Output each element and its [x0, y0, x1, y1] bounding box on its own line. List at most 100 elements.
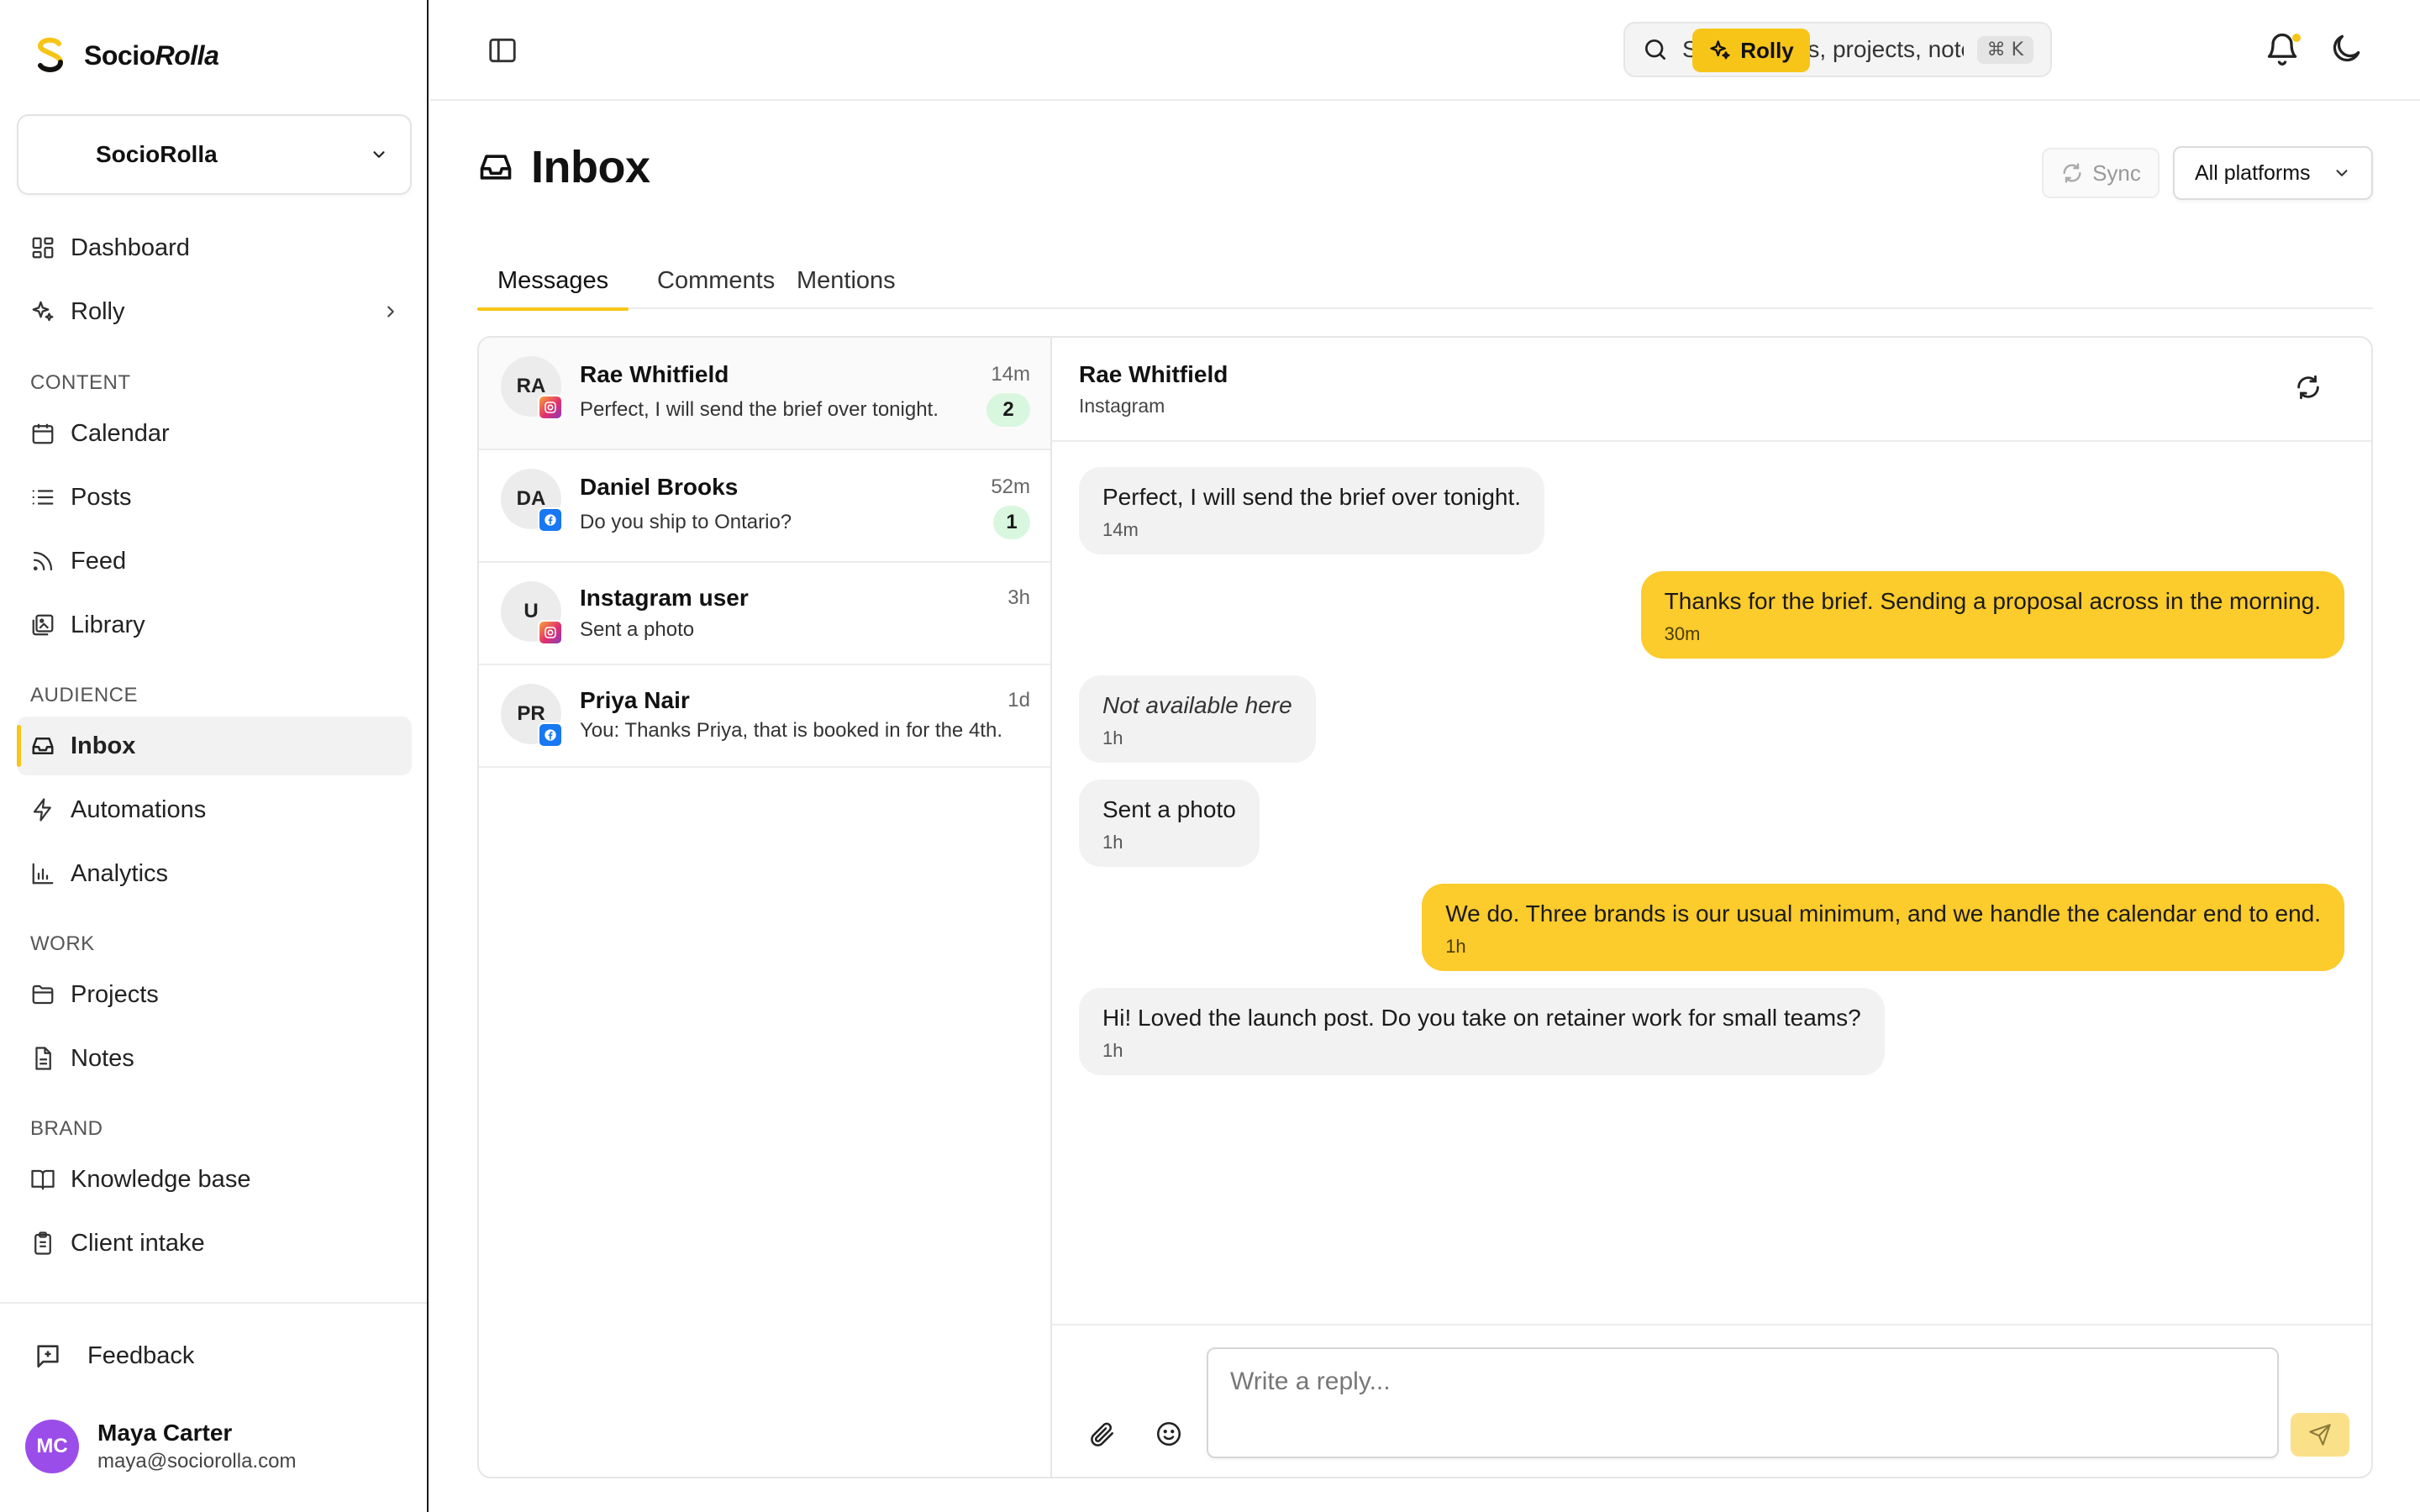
folder-icon — [30, 982, 55, 1007]
conversation-item[interactable]: DA Daniel Brooks Do you ship to Ontario?… — [479, 450, 1050, 563]
nav-rolly-label: Rolly — [71, 297, 125, 325]
nav-feed[interactable]: Feed — [17, 532, 412, 591]
nav-library[interactable]: Library — [17, 596, 412, 654]
tab-messages[interactable]: Messages — [477, 252, 629, 311]
conversation-preview: You: Thanks Priya, that is booked in for… — [580, 719, 1002, 742]
nav-notes-label: Notes — [71, 1044, 134, 1072]
tab-comments[interactable]: Comments — [637, 252, 795, 309]
nav-feed-label: Feed — [71, 547, 127, 575]
chevron-down-icon — [370, 145, 388, 164]
chevron-right-icon — [381, 302, 400, 321]
inbox-panel: RA Rae Whitfield Perfect, I will send th… — [477, 336, 2373, 1478]
message-text: Hi! Loved the launch post. Do you take o… — [1102, 1005, 1861, 1031]
send-button[interactable] — [2291, 1413, 2349, 1457]
panel-left-icon — [487, 34, 518, 66]
paperclip-icon — [1087, 1420, 1121, 1448]
conversation-preview: Sent a photo — [580, 618, 695, 641]
list-icon — [30, 485, 55, 510]
thread-contact-name: Rae Whitfield — [1079, 361, 1228, 387]
page-title: Inbox — [531, 142, 650, 192]
feedback-button[interactable]: Feedback — [34, 1329, 194, 1383]
unread-count-badge: 2 — [986, 393, 1030, 427]
sidebar-divider — [0, 1302, 427, 1304]
workspace-selector[interactable]: SocioRolla — [17, 114, 412, 195]
nav-inbox[interactable]: Inbox — [17, 717, 412, 775]
sync-button[interactable]: Sync — [2042, 148, 2160, 198]
nav-automations-label: Automations — [71, 795, 207, 823]
conversation-name: Rae Whitfield — [580, 361, 729, 387]
search-bar[interactable]: Search posts, projects, notes... ⌘ K — [1623, 22, 2052, 77]
instagram-icon — [538, 620, 563, 645]
attach-button[interactable] — [1087, 1420, 1121, 1453]
theme-toggle-button[interactable] — [2328, 30, 2368, 71]
message-time: 14m — [1102, 519, 1139, 540]
conversation-item[interactable]: PR Priya Nair You: Thanks Priya, that is… — [479, 665, 1050, 768]
nav-rolly[interactable]: Rolly — [17, 282, 412, 341]
conversation-item[interactable]: U Instagram user Sent a photo 3h — [479, 563, 1050, 665]
nav-automations[interactable]: Automations — [17, 780, 412, 839]
reply-input[interactable] — [1207, 1347, 2279, 1458]
message-time: 30m — [1664, 623, 1701, 644]
images-icon — [30, 612, 55, 638]
sync-label: Sync — [2092, 160, 2141, 186]
section-label-audience: AUDIENCE — [30, 684, 139, 706]
conversation-name: Daniel Brooks — [580, 474, 739, 500]
nav-inbox-label: Inbox — [71, 732, 136, 759]
refresh-icon — [2060, 161, 2084, 185]
nav-notes[interactable]: Notes — [17, 1029, 412, 1088]
message-text: Not available here — [1102, 692, 1292, 718]
nav-posts-label: Posts — [71, 483, 132, 511]
dashboard-icon — [30, 235, 55, 260]
nav-client-intake[interactable]: Client intake — [17, 1214, 412, 1273]
message-plus-icon — [34, 1341, 62, 1370]
conversation-item[interactable]: RA Rae Whitfield Perfect, I will send th… — [479, 338, 1050, 450]
nav-calendar[interactable]: Calendar — [17, 404, 412, 463]
message-time: 1h — [1102, 1040, 1123, 1061]
sidebar-toggle-button[interactable] — [484, 32, 521, 69]
tab-mentions[interactable]: Mentions — [776, 252, 916, 309]
conversation-time: 1d — [1007, 689, 1030, 711]
nav-knowledge-base[interactable]: Knowledge base — [17, 1150, 412, 1209]
rolly-button-label: Rolly — [1740, 37, 1794, 63]
book-open-icon — [30, 1167, 55, 1192]
emoji-button[interactable] — [1155, 1420, 1188, 1453]
send-icon — [2308, 1423, 2332, 1446]
section-label-brand: BRAND — [30, 1117, 103, 1140]
search-icon — [1642, 36, 1669, 63]
sidebar: SocioRolla SocioRolla Dashboard Rolly CO… — [0, 0, 429, 1512]
rolly-button[interactable]: Rolly — [1692, 29, 1810, 72]
nav-analytics[interactable]: Analytics — [17, 844, 412, 903]
platform-filter-select[interactable]: All platforms — [2173, 146, 2373, 200]
rss-icon — [30, 549, 55, 574]
nav-projects[interactable]: Projects — [17, 965, 412, 1024]
nav-posts[interactable]: Posts — [17, 468, 412, 527]
thread-header: Rae Whitfield Instagram — [1052, 338, 2371, 442]
conversation-time: 14m — [991, 363, 1030, 386]
unread-count-badge: 1 — [993, 506, 1030, 539]
nav-library-label: Library — [71, 611, 145, 638]
brand-logo[interactable]: SocioRolla — [34, 35, 219, 76]
reply-composer — [1052, 1324, 2371, 1477]
notification-dot — [2292, 34, 2301, 42]
nav-projects-label: Projects — [71, 980, 159, 1008]
notifications-button[interactable] — [2264, 30, 2304, 71]
sparkles-icon — [30, 299, 55, 324]
conversation-name: Instagram user — [580, 585, 749, 611]
inbox-icon — [30, 733, 55, 759]
nav-analytics-label: Analytics — [71, 859, 169, 887]
refresh-thread-button[interactable] — [2294, 373, 2328, 407]
section-label-content: CONTENT — [30, 371, 131, 394]
user-email: maya@sociorolla.com — [97, 1450, 297, 1473]
message-time: 1h — [1102, 727, 1123, 748]
calendar-icon — [30, 421, 55, 446]
refresh-icon — [2294, 373, 2328, 402]
user-profile[interactable]: MC Maya Carter maya@sociorolla.com — [25, 1420, 296, 1473]
nav-client-intake-label: Client intake — [71, 1229, 205, 1257]
sparkles-icon — [1708, 39, 1732, 62]
conversation-preview: Do you ship to Ontario? — [580, 511, 792, 533]
message-bubble-incoming: Perfect, I will send the brief over toni… — [1079, 467, 1545, 554]
document-icon — [30, 1046, 55, 1071]
moon-icon — [2328, 30, 2368, 67]
nav-dashboard[interactable]: Dashboard — [17, 218, 412, 277]
conversation-time: 3h — [1007, 586, 1030, 609]
